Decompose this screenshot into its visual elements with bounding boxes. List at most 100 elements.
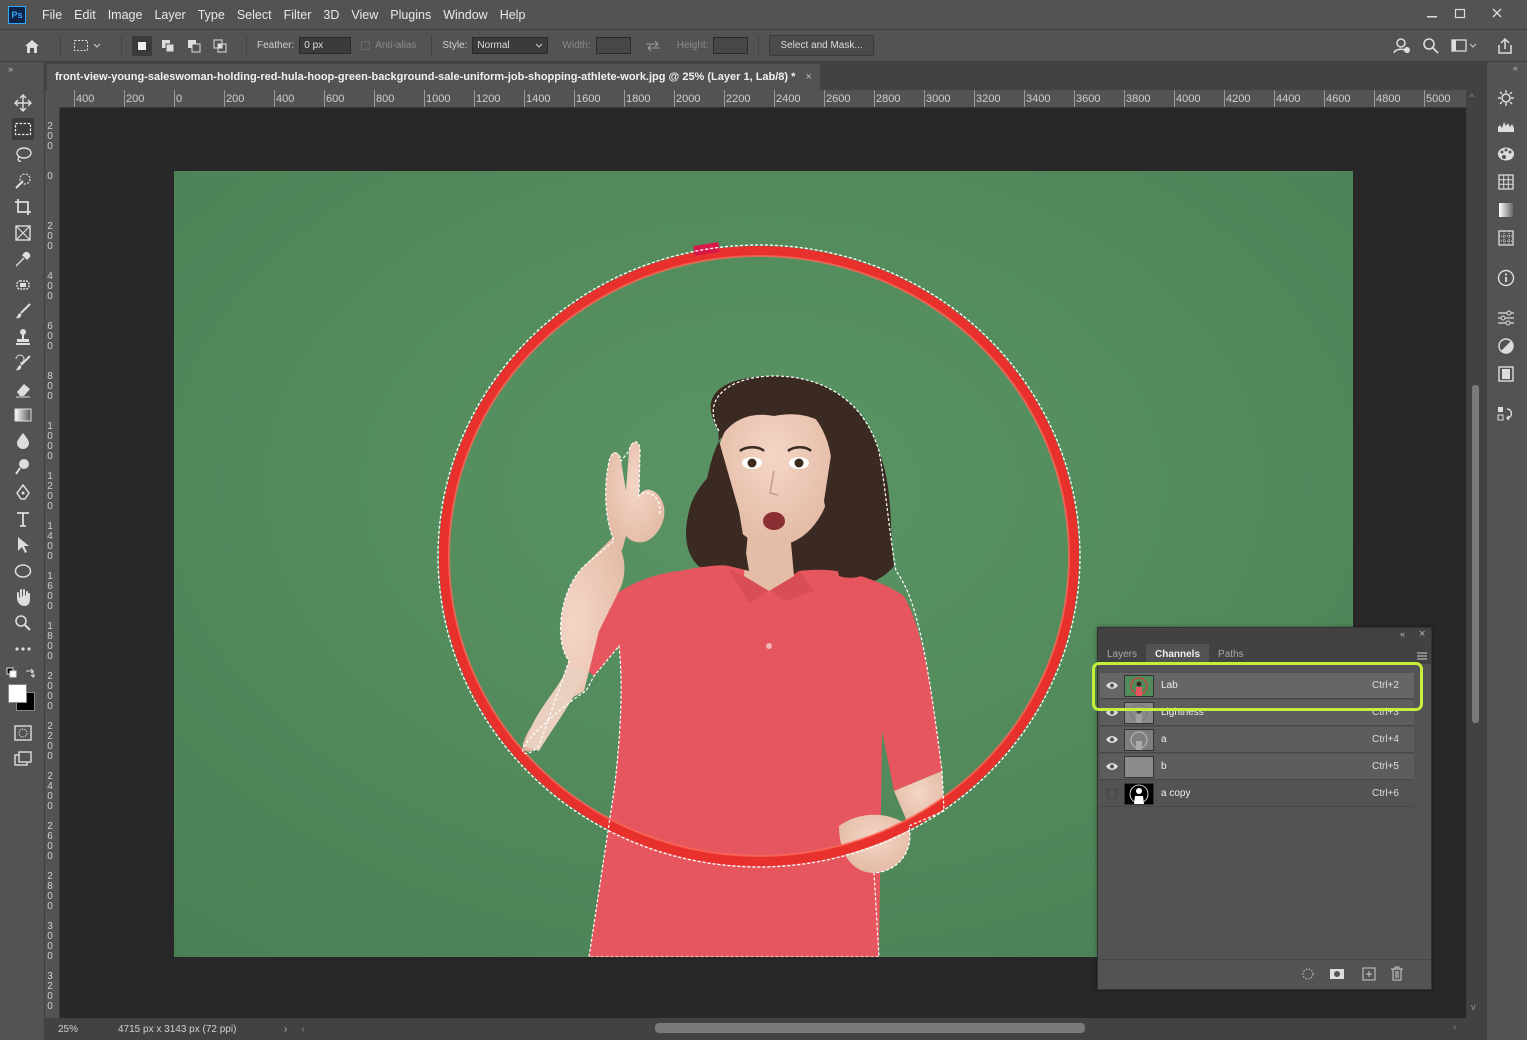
spot-healing-tool-icon[interactable] [12,274,34,296]
screen-mode-icon[interactable] [12,748,34,770]
menu-view[interactable]: View [345,8,384,22]
gradients-icon[interactable] [1495,200,1517,220]
vertical-scrollbar[interactable]: ^ v [1466,90,1486,1018]
vertical-scroll-thumb[interactable] [1472,385,1479,723]
close-icon[interactable] [1482,2,1512,24]
scroll-down-icon[interactable]: v [1471,1002,1476,1012]
load-channel-as-selection-icon[interactable] [1301,967,1315,984]
menu-3d[interactable]: 3D [317,8,345,22]
default-colors-icon[interactable] [6,667,18,682]
save-selection-as-channel-icon[interactable] [1329,967,1345,984]
zoom-tool-icon[interactable] [12,612,34,634]
eraser-tool-icon[interactable] [12,378,34,400]
scroll-right-icon[interactable]: › [1453,1022,1456,1033]
tab-paths[interactable]: Paths [1209,644,1253,664]
share-export-icon[interactable] [1496,37,1514,58]
quick-selection-tool-icon[interactable] [12,170,34,192]
marquee-preset-icon[interactable] [71,36,105,56]
rectangular-marquee-tool-icon[interactable] [12,118,34,140]
intersect-selection-icon[interactable] [210,36,230,56]
menu-layer[interactable]: Layer [148,8,191,22]
channel-row-a[interactable]: a Ctrl+4 [1100,727,1414,753]
frame-tool-icon[interactable] [12,222,34,244]
menu-plugins[interactable]: Plugins [384,8,437,22]
info-icon[interactable] [1495,268,1517,288]
channel-row-a-copy[interactable]: a copy Ctrl+6 [1100,781,1414,807]
eye-icon[interactable] [1102,727,1122,753]
share-user-icon[interactable] [1393,37,1411,58]
history-brush-tool-icon[interactable] [12,352,34,374]
menu-select[interactable]: Select [231,8,278,22]
add-to-selection-icon[interactable] [158,36,178,56]
scroll-left-icon[interactable]: ‹ [301,1024,304,1035]
collapse-panel-icon[interactable]: « [1400,629,1405,639]
panel-title-strip[interactable]: « × [1098,628,1431,644]
minimize-icon[interactable] [1417,2,1447,24]
adjustments-icon[interactable] [1495,336,1517,356]
menu-type[interactable]: Type [192,8,231,22]
libraries-icon[interactable] [1495,364,1517,384]
move-tool-icon[interactable] [12,92,34,114]
collapse-panels-icon[interactable]: « [1513,63,1518,73]
subtract-from-selection-icon[interactable] [184,36,204,56]
properties-icon[interactable] [1495,308,1517,328]
swap-colors-icon[interactable] [24,667,36,682]
new-selection-icon[interactable] [132,35,152,56]
hand-tool-icon[interactable] [12,586,34,608]
feather-input[interactable]: 0 px [299,37,352,54]
menu-filter[interactable]: Filter [278,8,318,22]
tab-channels[interactable]: Channels [1146,644,1210,664]
vertical-ruler[interactable]: 2000200400600800100012001400160018002000… [45,108,60,1018]
style-select[interactable]: Normal [472,37,549,54]
antialias-checkbox[interactable] [361,41,371,50]
brush-tool-icon[interactable] [12,300,34,322]
foreground-color-swatch[interactable] [8,684,27,703]
delete-channel-icon[interactable] [1390,966,1404,984]
eye-icon[interactable] [1102,754,1122,780]
close-panel-icon[interactable]: × [1419,628,1425,640]
scroll-up-icon[interactable]: ^ [1470,93,1474,102]
3d-light-icon[interactable] [1495,88,1517,108]
dodge-tool-icon[interactable] [12,456,34,478]
type-tool-icon[interactable] [12,508,34,530]
path-selection-tool-icon[interactable] [12,534,34,556]
search-icon[interactable] [1422,37,1440,58]
maximize-icon[interactable] [1445,2,1475,24]
menu-help[interactable]: Help [494,8,532,22]
patterns-icon[interactable] [1495,228,1517,248]
blur-tool-icon[interactable] [12,430,34,452]
height-input[interactable] [713,37,749,54]
close-document-icon[interactable]: × [805,71,811,83]
channel-row-b[interactable]: b Ctrl+5 [1100,754,1414,780]
horizontal-scroll-thumb[interactable] [655,1023,1085,1033]
pen-tool-icon[interactable] [12,482,34,504]
new-channel-icon[interactable] [1362,967,1376,984]
color-palette-icon[interactable] [1495,144,1517,164]
visibility-toggle[interactable] [1102,781,1122,807]
menu-image[interactable]: Image [102,8,149,22]
swatches-icon[interactable] [1495,172,1517,192]
eyedropper-tool-icon[interactable] [12,248,34,270]
quick-mask-icon[interactable] [12,722,34,744]
workspace-icon[interactable] [1451,38,1477,57]
ellipse-tool-icon[interactable] [12,560,34,582]
menu-edit[interactable]: Edit [68,8,102,22]
swap-width-height-icon[interactable] [643,36,663,56]
menu-window[interactable]: Window [437,8,493,22]
home-icon[interactable] [20,36,44,56]
collapse-toolbar-icon[interactable]: » [8,64,13,74]
clone-stamp-tool-icon[interactable] [12,326,34,348]
histogram-icon[interactable] [1495,116,1517,136]
crop-tool-icon[interactable] [12,196,34,218]
horizontal-ruler[interactable]: 400 200 0 200 400 600 800 1000 1200 1400 1600 1800 2… [60,90,1466,108]
menu-file[interactable]: File [36,8,68,22]
status-menu-icon[interactable]: › [284,1024,287,1035]
zoom-level[interactable]: 25% [58,1024,108,1035]
history-icon[interactable] [1495,404,1517,424]
document-tab[interactable]: front-view-young-saleswoman-holding-red-… [47,64,820,90]
select-and-mask-button[interactable]: Select and Mask... [769,35,874,56]
tab-layers[interactable]: Layers [1098,644,1146,664]
more-tools-icon[interactable] [12,638,34,660]
lasso-tool-icon[interactable] [12,144,34,166]
width-input[interactable] [595,37,631,54]
